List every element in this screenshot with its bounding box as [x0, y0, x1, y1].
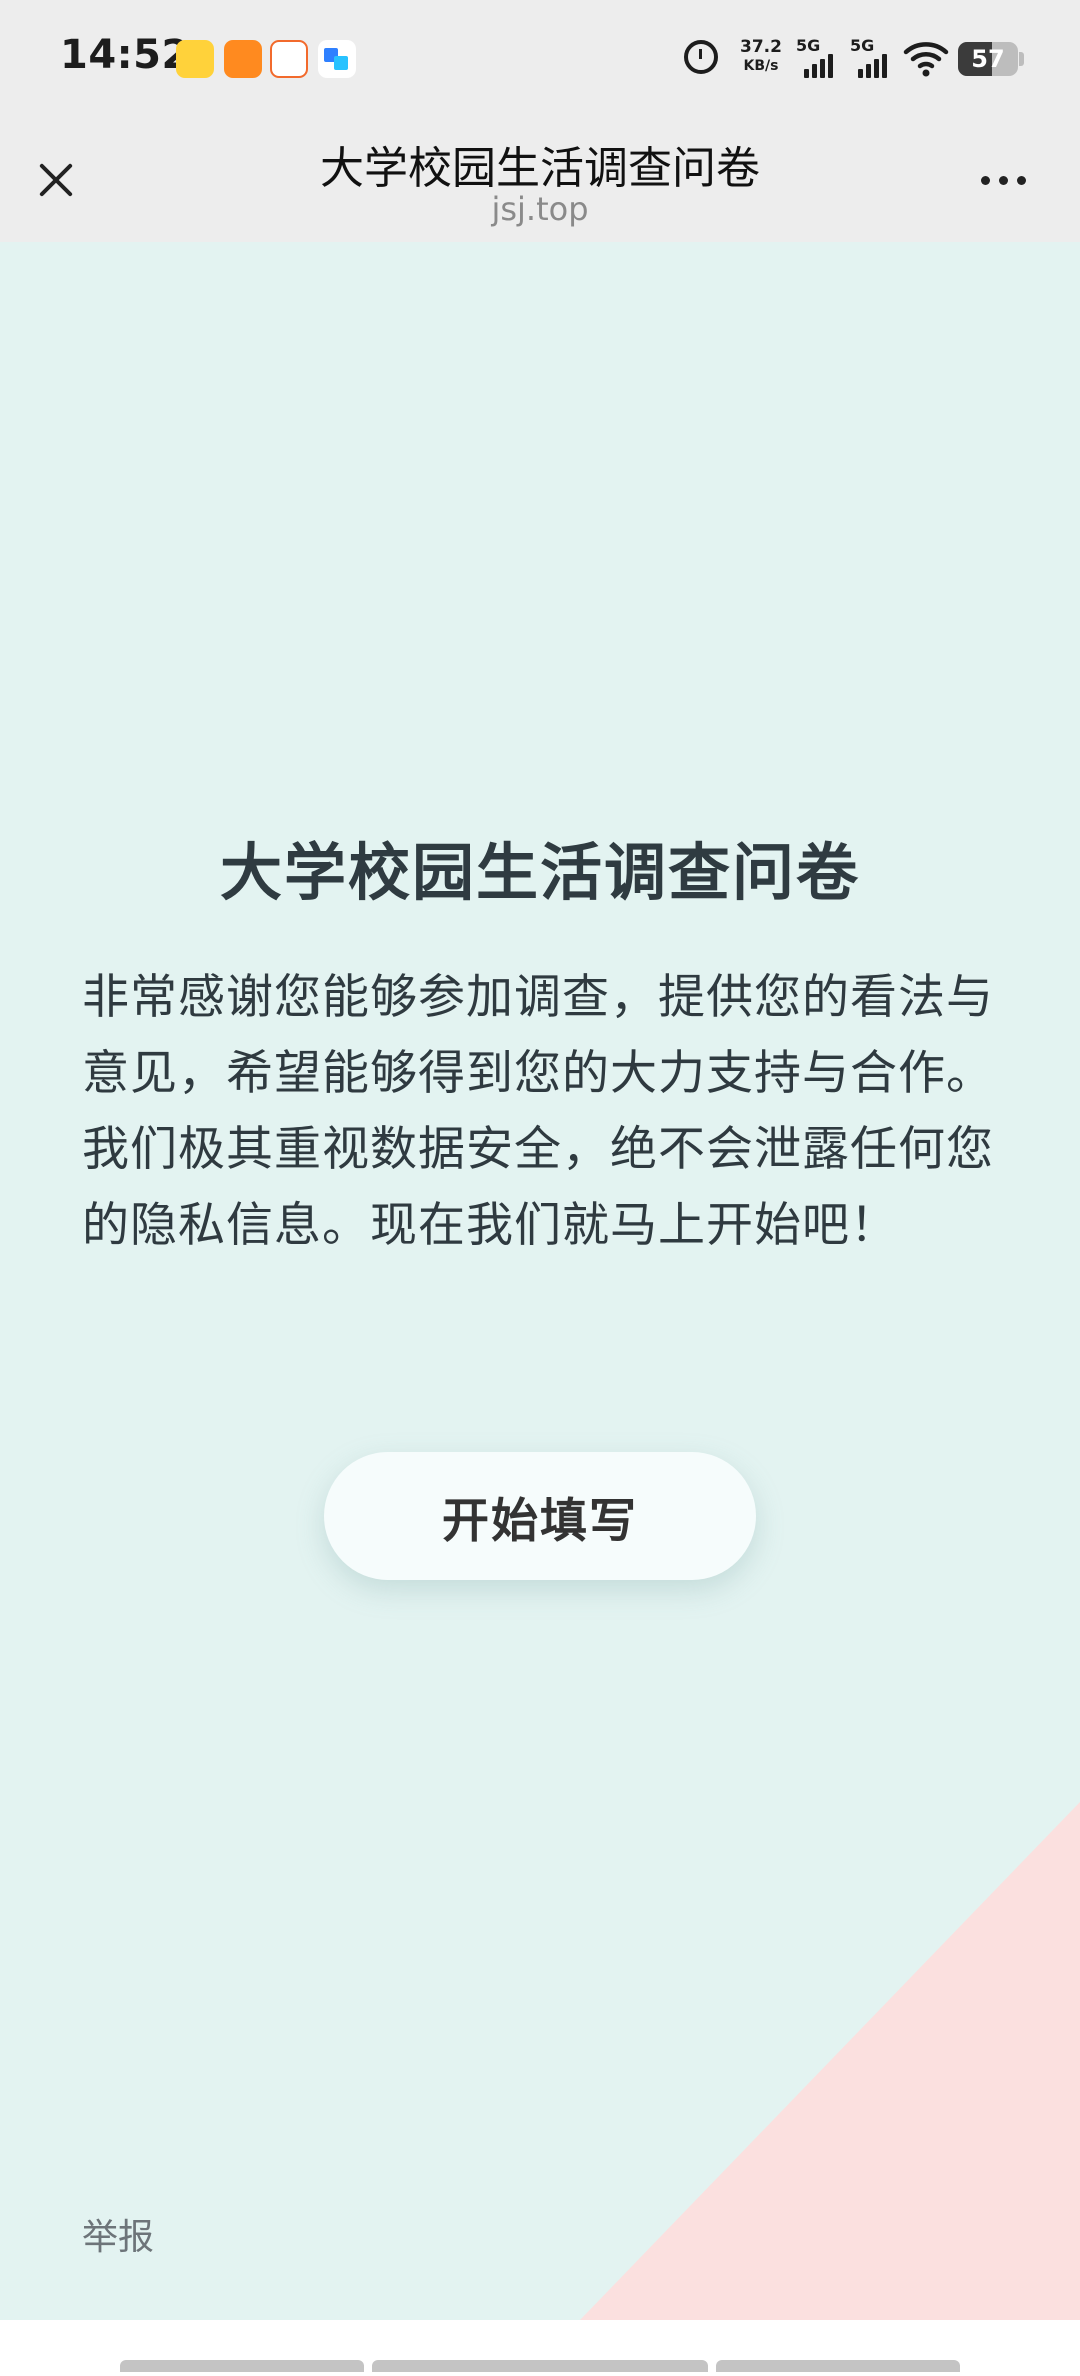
survey-page: 大学校园生活调查问卷 非常感谢您能够参加调查，提供您的看法与意见，希望能够得到您…: [0, 242, 1080, 2320]
bottom-bar: [0, 2320, 1080, 2376]
network-speed-value: 37.2: [740, 37, 782, 57]
blue-app-icon: [318, 40, 356, 78]
status-time: 14:52: [60, 32, 190, 78]
bottom-tab-indicator-1: [120, 2360, 364, 2372]
more-options-icon[interactable]: [968, 158, 1038, 202]
survey-intro-text: 非常感谢您能够参加调查，提供您的看法与意见，希望能够得到您的大力支持与合作。我们…: [82, 970, 994, 1253]
signal-strength-icon-2: 5G: [850, 36, 894, 80]
bottom-tab-indicator-2: [372, 2360, 708, 2372]
orange-app-icon: [270, 40, 308, 78]
yellow-app-icon: [176, 40, 214, 78]
report-link[interactable]: 举报: [82, 2208, 154, 2260]
wifi-icon: [903, 42, 949, 77]
signal-label-2: 5G: [850, 36, 875, 55]
alarm-clock-icon: [684, 40, 718, 74]
browser-title-bar: 大学校园生活调查问卷 jsj.top: [0, 118, 1080, 242]
start-survey-button[interactable]: 开始填写: [324, 1452, 756, 1580]
video-app-icon: [224, 40, 262, 78]
survey-title: 大学校园生活调查问卷: [219, 836, 860, 909]
signal-label: 5G: [796, 36, 821, 55]
page-domain: jsj.top: [491, 190, 589, 228]
page-title: 大学校园生活调查问卷: [320, 143, 760, 194]
battery-level: 57: [971, 45, 1005, 73]
corner-decoration: [580, 1802, 1080, 2320]
signal-strength-icon: 5G: [796, 36, 840, 80]
bottom-tab-indicator-3: [716, 2360, 960, 2372]
status-bar: 14:52 37.2 KB/s 5G 5G 57: [0, 0, 1080, 118]
network-speed-unit: KB/s: [743, 58, 779, 74]
network-speed: 37.2 KB/s: [736, 38, 786, 76]
battery-tip: [1019, 52, 1024, 66]
close-icon[interactable]: [28, 152, 84, 208]
battery-icon: 57: [958, 42, 1018, 76]
